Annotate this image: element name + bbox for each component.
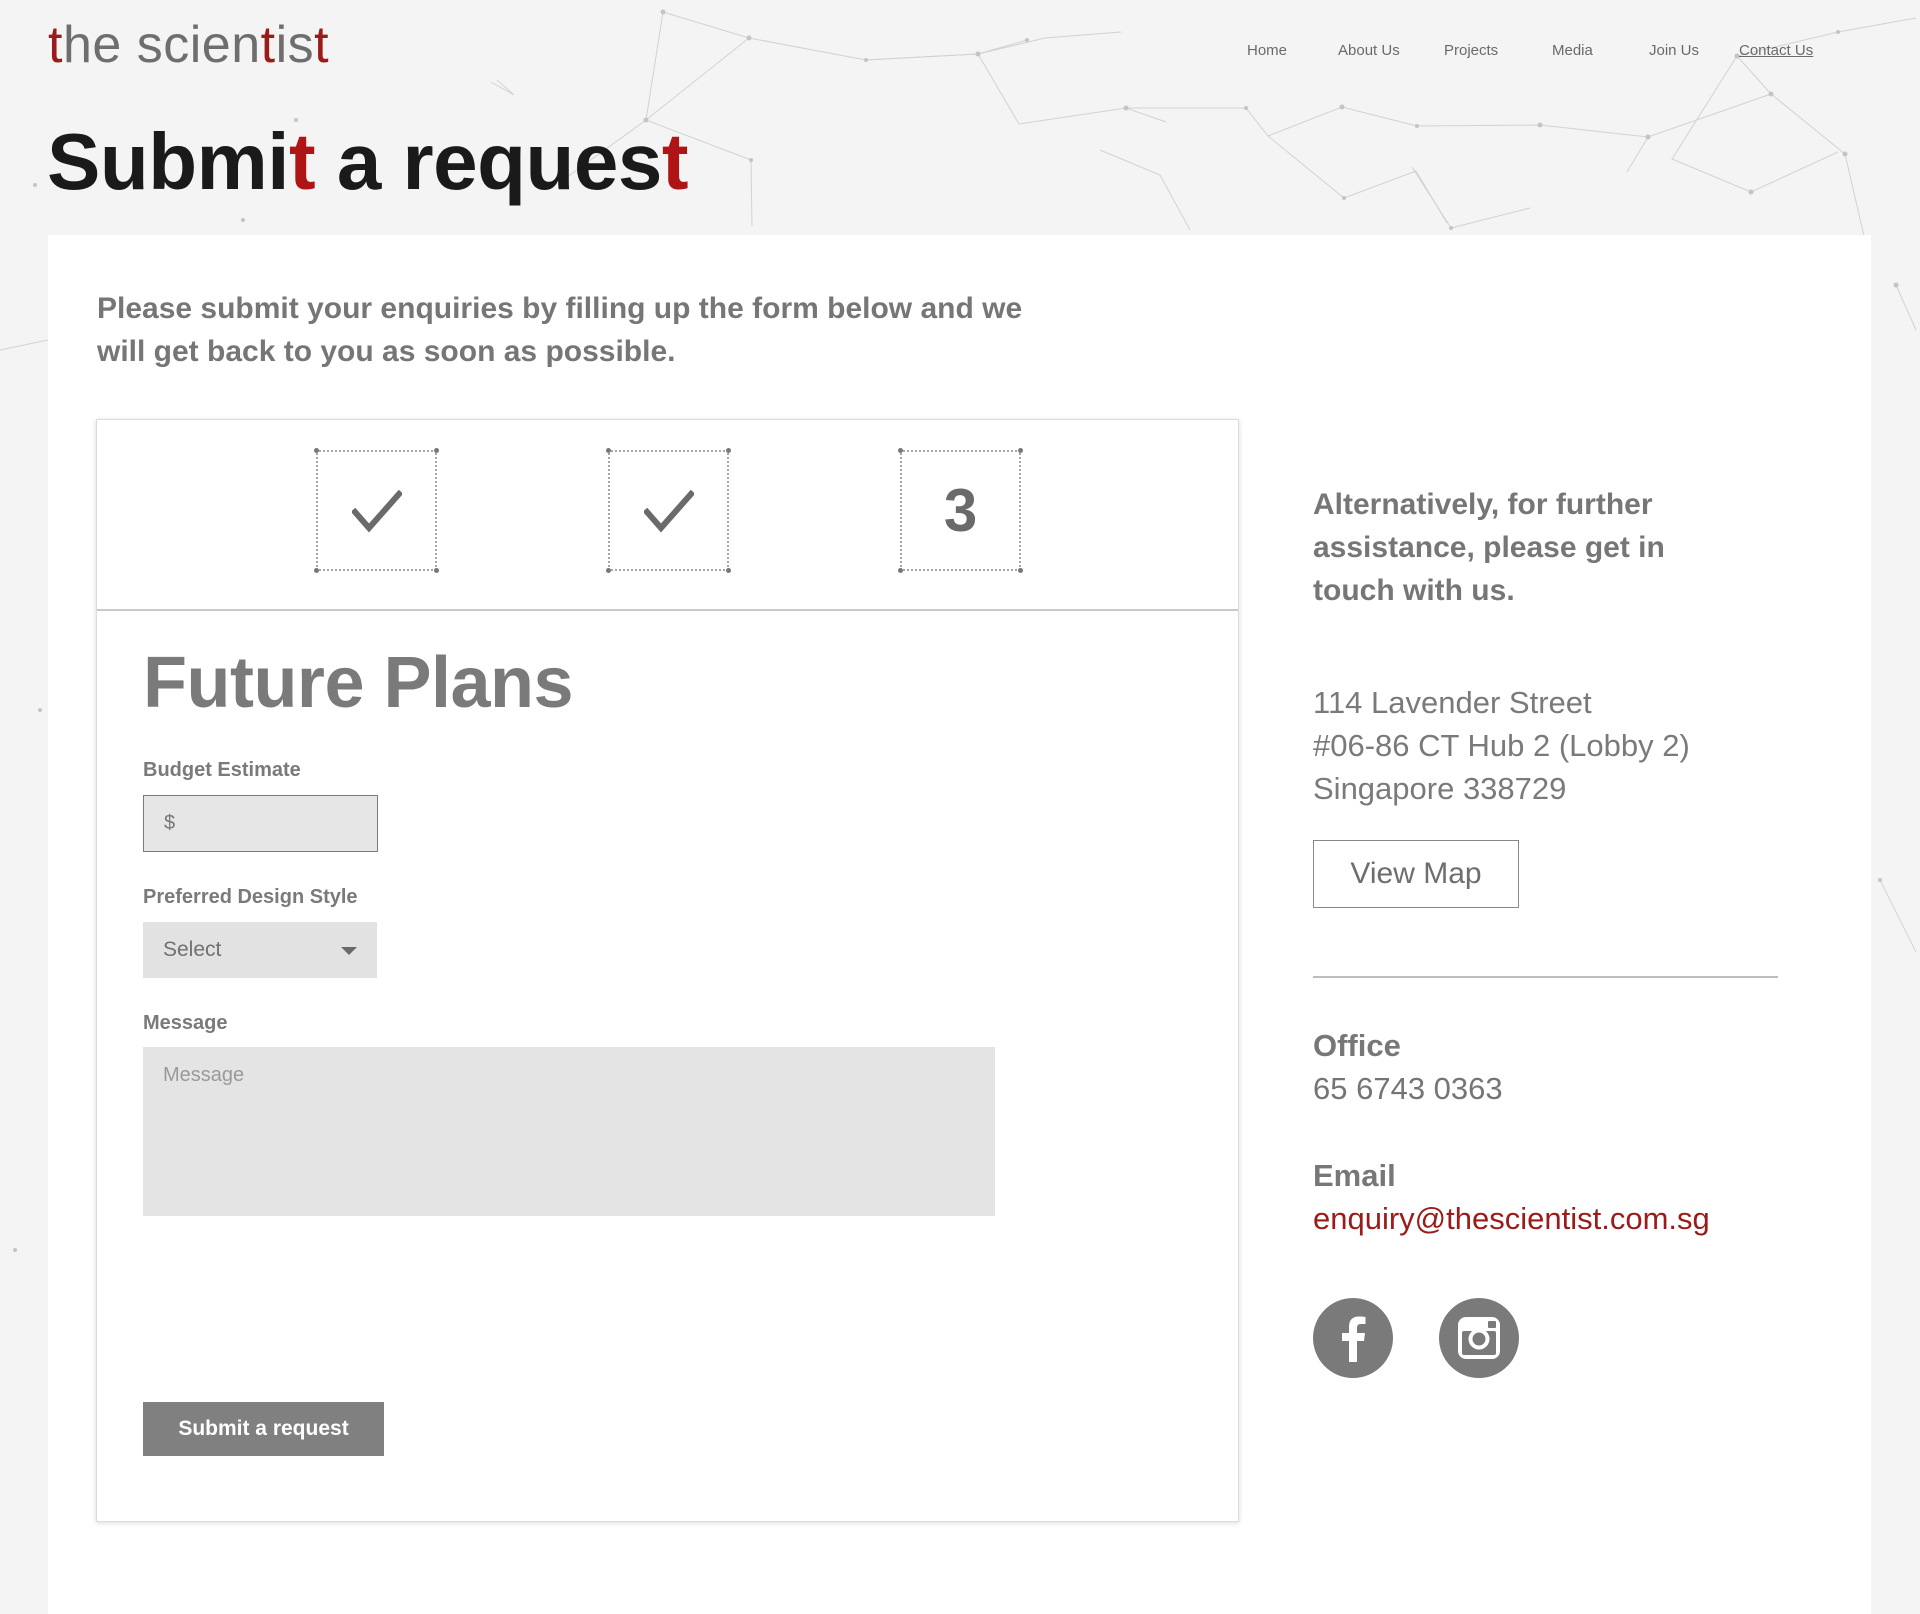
instagram-icon — [1458, 1317, 1500, 1359]
checkmark-icon — [352, 490, 402, 533]
message-label: Message — [143, 1012, 228, 1034]
nav-projects[interactable]: Projects — [1444, 42, 1498, 59]
step-2-complete[interactable] — [606, 448, 731, 573]
intro-text: Please submit your enquiries by filling … — [97, 292, 1023, 368]
instagram-button[interactable] — [1439, 1298, 1519, 1378]
currency-prefix: $ — [164, 812, 176, 834]
address-line: 114 Lavender Street — [1313, 685, 1592, 720]
address-line: #06-86 CT Hub 2 (Lobby 2) — [1313, 728, 1690, 763]
main-nav: Home About Us Projects Media Join Us Con… — [0, 42, 1920, 62]
nav-contact-us[interactable]: Contact Us — [1739, 42, 1813, 59]
design-style-label: Preferred Design Style — [143, 886, 358, 908]
nav-media[interactable]: Media — [1552, 42, 1593, 59]
message-textarea[interactable]: Message — [143, 1047, 995, 1216]
office-phone[interactable]: 65 6743 0363 — [1313, 1071, 1503, 1107]
address-line: Singapore 338729 — [1313, 771, 1567, 806]
form-title: Future Plans — [143, 643, 574, 723]
facebook-icon — [1342, 1316, 1366, 1362]
address-block: 114 Lavender Street #06-86 CT Hub 2 (Lob… — [1313, 681, 1690, 810]
divider — [1313, 976, 1778, 978]
step-1-complete[interactable] — [314, 448, 439, 573]
budget-label: Budget Estimate — [143, 759, 301, 781]
facebook-button[interactable] — [1313, 1298, 1393, 1378]
office-label: Office — [1313, 1028, 1401, 1063]
nav-home[interactable]: Home — [1247, 42, 1287, 59]
email-link[interactable]: enquiry@thescientist.com.sg — [1313, 1201, 1710, 1237]
budget-input[interactable]: $ — [143, 795, 378, 852]
site-header: the scientist Home About Us Projects Med… — [0, 0, 1920, 235]
step-number: 3 — [943, 477, 978, 544]
step-3-current[interactable]: 3 — [898, 448, 1023, 573]
select-value: Select — [163, 938, 222, 961]
checkmark-icon — [644, 490, 694, 533]
nav-join-us[interactable]: Join Us — [1649, 42, 1699, 59]
chevron-down-icon — [341, 947, 357, 955]
design-style-select[interactable]: Select — [143, 922, 377, 978]
view-map-button[interactable]: View Map — [1313, 840, 1519, 908]
page-title: Submit a request — [47, 117, 689, 206]
submit-request-button[interactable]: Submit a request — [143, 1402, 384, 1456]
form-steps: 3 — [97, 420, 1238, 611]
request-form-panel: 3 Future Plans Budget Estimate $ Preferr… — [96, 419, 1239, 1522]
contact-intro: Alternatively, for further assistance, p… — [1313, 488, 1665, 607]
message-placeholder: Message — [163, 1064, 245, 1086]
email-label: Email — [1313, 1158, 1396, 1193]
nav-about-us[interactable]: About Us — [1338, 42, 1400, 59]
